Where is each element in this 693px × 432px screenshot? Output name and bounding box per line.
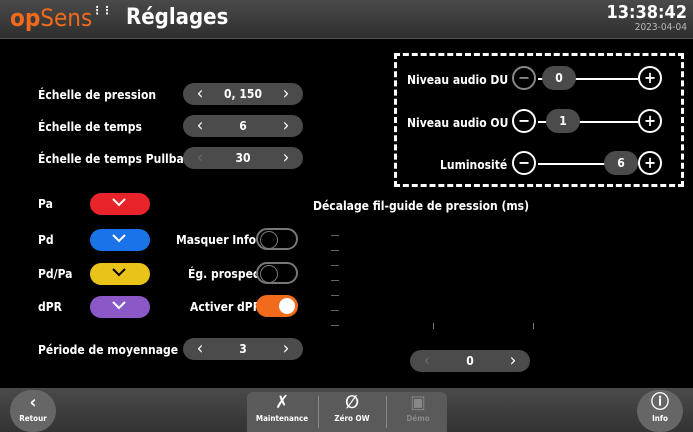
divider [318,396,319,428]
audio-du-label: Niveau audio DU [407,73,509,87]
toggle-knob [260,265,278,283]
maintenance-button[interactable]: ✗ Maintenance [250,392,314,423]
back-label: Retour [19,414,47,423]
demo-label: Démo [406,414,430,423]
time-scale-stepper: ‹ 6 › [183,115,303,137]
zero-ow-button[interactable]: ∅ Zéro OW [320,392,384,423]
color-picker-pa[interactable] [90,193,150,215]
chevron-right-icon[interactable]: › [275,115,297,137]
plus-icon[interactable]: + [638,66,662,90]
time-display: 13:38:42 [606,2,687,23]
pullback-scale-label: Échelle de temps Pullback [38,152,198,166]
page-title: Réglages [126,5,229,30]
info-icon: ⓘ [651,392,669,413]
chevron-down-icon [112,268,126,277]
color-picker-pdpa[interactable] [90,263,150,285]
pressure-scale-stepper: ‹ 0, 150 › [183,83,303,105]
info-button-content[interactable]: ⓘ Info [637,392,683,423]
null-icon: ∅ [345,392,359,413]
clock: 13:38:42 2023-04-04 [606,3,687,34]
hide-info-toggle[interactable] [256,228,298,250]
pressure-scale-label: Échelle de pression [38,88,157,102]
color-label-dpr: dPR [38,300,62,314]
date-display: 2023-04-04 [634,22,687,33]
chevron-left-icon: ‹ [29,392,37,413]
monitor-icon: ▣ [410,392,426,413]
demo-button: ▣ Démo [390,392,446,423]
pullback-scale-stepper: ‹ 30 › [183,147,303,169]
prospect-toggle[interactable] [256,262,298,284]
enable-dpr-label: Activer dPR [190,300,262,314]
chevron-down-icon [112,234,126,243]
color-label-pd: Pd [38,233,54,247]
header-bar: opSens⋮⋮ Réglages 13:38:42 2023-04-04 [0,0,693,39]
plus-icon[interactable]: + [638,109,662,133]
audio-du-value[interactable]: 0 [542,66,576,90]
minus-icon[interactable]: − [512,109,536,133]
tools-icon: ✗ [275,392,289,413]
chevron-down-icon [112,301,126,310]
minus-icon[interactable]: − [512,151,536,175]
chevron-down-icon [112,198,126,207]
opsens-logo: opSens⋮⋮ [10,4,113,32]
back-button-content[interactable]: ‹ Retour [10,392,56,423]
info-label: Info [652,414,668,423]
chevron-right-icon[interactable]: › [275,338,297,360]
averaging-period-stepper: ‹ 3 › [183,338,303,360]
enable-dpr-toggle[interactable] [256,295,298,317]
zero-ow-label: Zéro OW [334,414,370,423]
chevron-right-icon[interactable]: › [275,147,297,169]
maintenance-label: Maintenance [255,414,309,423]
offset-stepper: ‹ 0 › [410,350,530,372]
toggle-knob [260,231,278,249]
chevron-right-icon[interactable]: › [502,350,524,372]
color-label-pdpa: Pd/Pa [38,267,73,281]
offset-label: Décalage fil-guide de pression (ms) [313,199,530,213]
brightness-label: Luminosité [440,158,508,172]
brightness-value[interactable]: 6 [604,151,638,175]
averaging-period-label: Période de moyennage [38,343,179,357]
color-label-pa: Pa [38,197,53,211]
minus-icon[interactable]: − [512,66,536,90]
plus-icon[interactable]: + [638,151,662,175]
chevron-right-icon[interactable]: › [275,83,297,105]
toggle-knob [279,298,295,314]
color-picker-pd[interactable] [90,229,150,251]
color-picker-dpr[interactable] [90,296,150,318]
audio-ou-label: Niveau audio OU [407,116,509,130]
audio-ou-value[interactable]: 1 [546,109,580,133]
divider [386,396,387,428]
time-scale-label: Échelle de temps [38,120,142,134]
